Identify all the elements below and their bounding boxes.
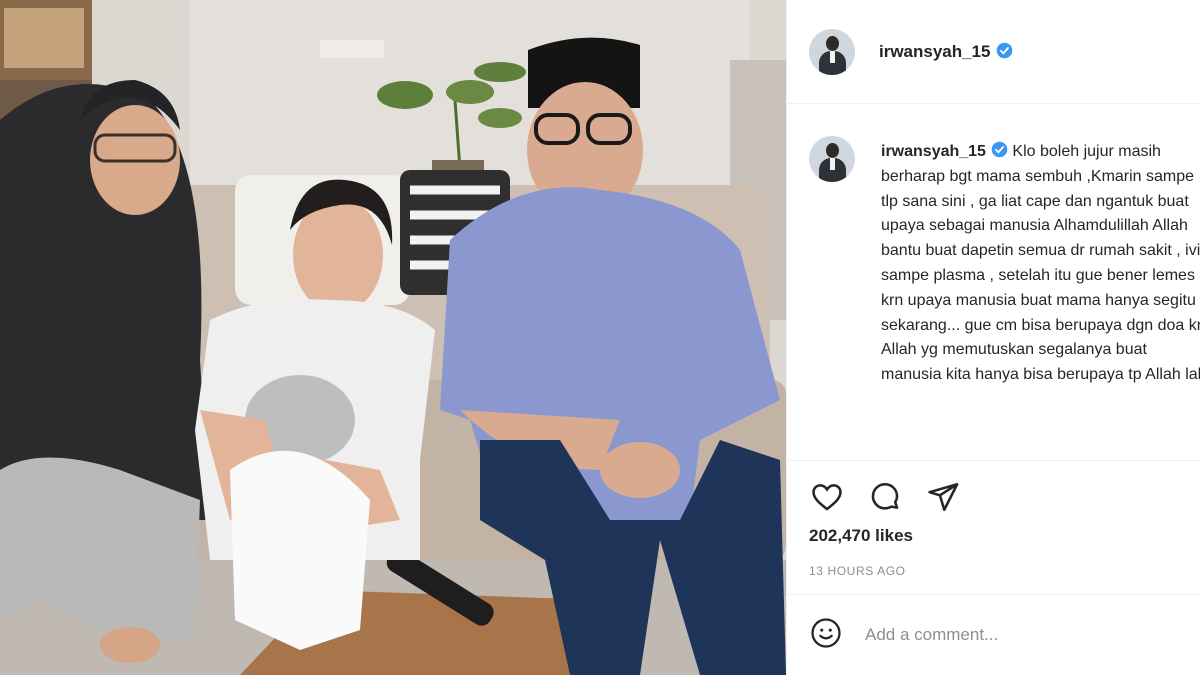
caption-section: irwansyah_15 Klo boleh jujur masih berha… [787,104,1200,460]
avatar[interactable] [809,28,855,75]
comment-input[interactable] [865,625,1165,645]
comment-button[interactable] [867,479,903,515]
likes-count[interactable]: 202,470 likes [809,526,913,546]
family-photo-illustration [0,0,786,675]
action-bar: 202,470 likes 13 HOURS AGO [787,460,1200,610]
heart-icon [812,484,842,511]
comment-bar [787,594,1200,675]
emoji-button[interactable] [809,616,843,655]
caption-text: irwansyah_15 Klo boleh jujur masih berha… [881,140,1200,388]
post-header: irwansyah_15 [787,0,1200,104]
like-button[interactable] [809,479,845,515]
post-photo [0,0,786,675]
share-button[interactable] [925,479,961,515]
caption-username[interactable]: irwansyah_15 [881,141,1008,160]
caption-avatar[interactable] [809,136,855,182]
verified-badge-icon [996,42,1012,58]
post-timestamp[interactable]: 13 HOURS AGO [809,564,906,578]
verified-badge-icon [991,141,1008,158]
post-sidebar: irwansyah_15 irwansyah_15 Klo boleh juju… [786,0,1200,675]
username-text: irwansyah_15 [879,41,991,61]
paper-plane-icon [928,482,959,512]
comment-bubble-icon [871,482,899,510]
smiley-icon [811,617,841,648]
caption-body: Klo boleh jujur masih berharap bgt mama … [881,143,1200,384]
username-link[interactable]: irwansyah_15 [879,42,1013,62]
